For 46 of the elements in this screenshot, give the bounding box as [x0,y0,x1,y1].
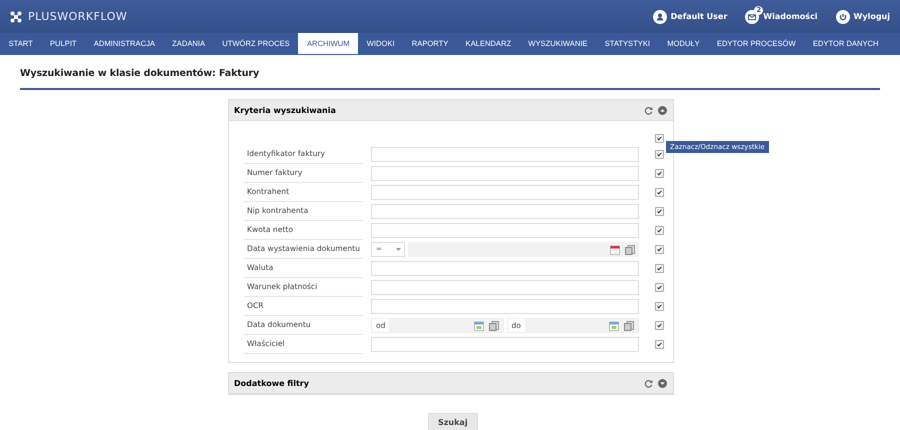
checkbox[interactable] [655,283,664,292]
input-field[interactable] [371,204,639,219]
checkbox[interactable] [655,188,664,197]
checkbox[interactable] [655,134,664,142]
calendar-icon[interactable] [609,320,619,330]
checkbox[interactable] [655,340,664,349]
panel-title: Dodatkowe filtry [234,378,310,388]
input-field[interactable] [371,147,639,162]
input-field[interactable] [371,261,639,276]
checkbox[interactable] [655,264,664,273]
checkbox[interactable] [655,169,664,178]
checkbox[interactable] [655,207,664,216]
collapse-icon[interactable] [658,106,667,114]
panel-title: Kryteria wyszukiwania [234,106,337,114]
checkbox[interactable] [655,150,664,159]
clear-icon[interactable] [488,320,498,330]
input-field[interactable] [371,299,639,314]
checkbox[interactable] [655,321,664,330]
checkbox[interactable] [655,302,664,311]
input-field[interactable] [371,223,639,238]
clear-icon[interactable] [625,244,635,254]
input-field[interactable] [371,337,639,352]
logo-icon [10,10,22,22]
calendar-icon[interactable] [610,244,620,254]
calendar-icon[interactable] [474,320,484,330]
power-icon [836,10,850,24]
search-button[interactable]: Szukaj [428,413,478,430]
input-field[interactable] [371,280,639,295]
input-field[interactable] [371,166,639,181]
clear-icon[interactable] [624,320,634,330]
expand-icon[interactable] [658,378,667,388]
input-field[interactable] [371,185,639,200]
refresh-icon[interactable] [644,378,653,388]
logout-link[interactable]: Wyloguj [854,12,890,21]
panel-header[interactable]: Kryteria wyszukiwania [229,100,673,121]
checkbox[interactable] [655,226,664,235]
user-name[interactable]: Default User [670,12,728,21]
panel-header[interactable]: Dodatkowe filtry [229,373,673,394]
logo-text: PLUSWORKFLOW [28,10,128,23]
checkbox[interactable] [655,245,664,254]
refresh-icon[interactable] [644,106,653,114]
user-icon [652,10,667,24]
messages-link[interactable]: Wiadomości [763,12,818,21]
caret-icon [396,248,401,251]
page-title: Wyszukiwanie w klasie dokumentów: Faktury [20,67,260,81]
date-field[interactable] [408,242,639,257]
